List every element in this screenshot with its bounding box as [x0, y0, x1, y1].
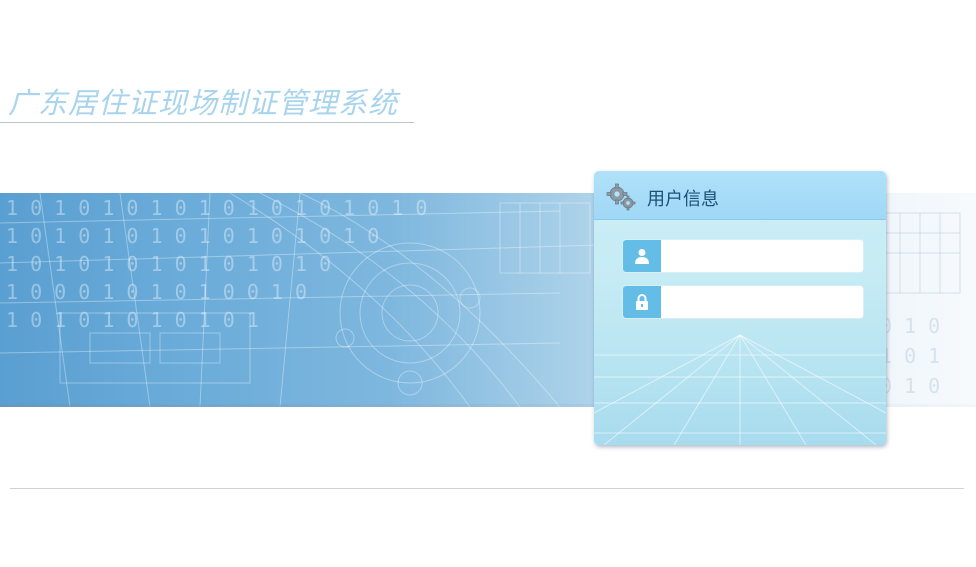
login-panel-header: 用户信息	[594, 171, 886, 220]
gears-icon	[606, 183, 636, 211]
title-underline	[0, 122, 414, 123]
svg-text:1 0 1 0 1 0 1 0 1 0 1 0 1 0 1: 1 0 1 0 1 0 1 0 1 0 1 0 1 0 1 0 1 0	[6, 196, 427, 220]
bottom-divider	[10, 488, 964, 489]
password-input[interactable]	[663, 286, 859, 318]
password-field	[623, 286, 863, 318]
login-panel-title: 用户信息	[647, 189, 719, 210]
svg-text:1 0 1 0 1 0 1 0 1 0 1 0 1 0 1: 1 0 1 0 1 0 1 0 1 0 1 0 1 0 1 0	[6, 224, 379, 248]
user-icon	[623, 240, 661, 272]
lock-icon	[623, 286, 661, 318]
svg-text:1 0 1 0 1 0 1 0 1 0 1 0 1 0: 1 0 1 0 1 0 1 0 1 0 1 0 1 0	[6, 252, 331, 276]
panel-grid-decoration	[594, 334, 886, 445]
svg-text:1 0 1 0 1 0 1 0 1 0 1: 1 0 1 0 1 0 1 0 1 0 1	[6, 308, 259, 332]
svg-text:0 1 0: 0 1 0	[880, 374, 940, 398]
login-panel: 用户信息	[594, 171, 886, 445]
svg-text:1 0 1: 1 0 1	[880, 344, 940, 368]
app-title: 广东居住证现场制证管理系统	[8, 86, 399, 120]
svg-text:0 1 0: 0 1 0	[880, 314, 940, 338]
username-input[interactable]	[663, 240, 859, 272]
svg-text:1 0 0 0 1 0 1 0 1 0 0 1 0: 1 0 0 0 1 0 1 0 1 0 0 1 0	[6, 280, 307, 304]
username-field	[623, 240, 863, 272]
